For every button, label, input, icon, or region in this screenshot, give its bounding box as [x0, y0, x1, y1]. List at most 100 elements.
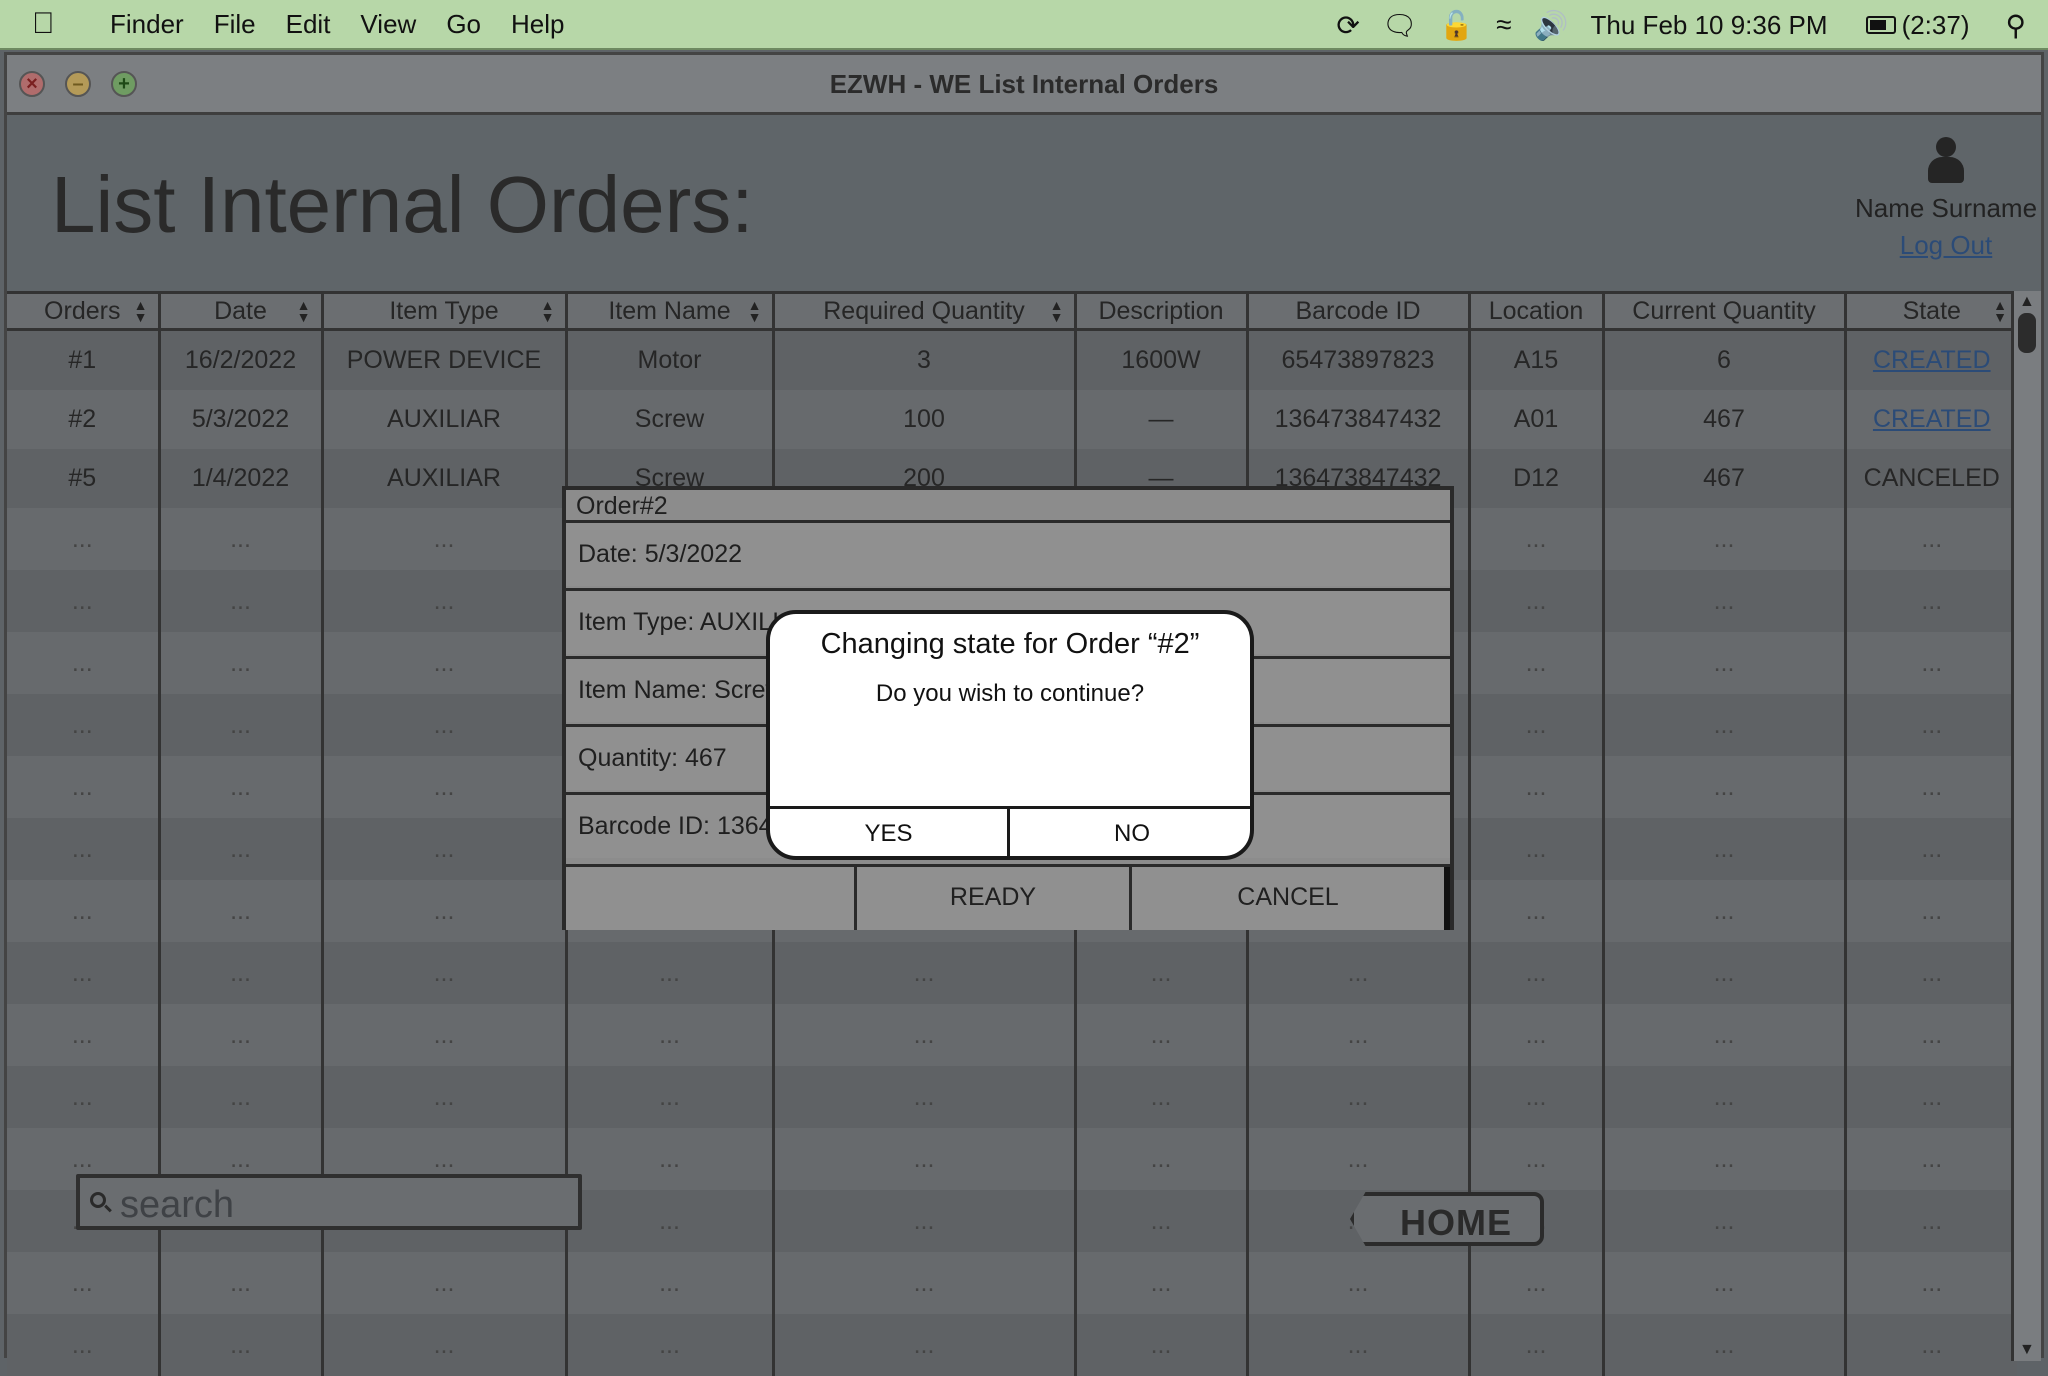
confirm-message: Do you wish to continue? — [875, 680, 1145, 707]
state-link[interactable]: CREATED — [1873, 405, 1991, 433]
empty-cell: ... — [157, 818, 322, 880]
sort-icon[interactable]: ▲ ▼ — [541, 298, 555, 324]
empty-cell: ... — [157, 1004, 322, 1066]
empty-cell: ... — [320, 942, 566, 1004]
sync-icon[interactable]: ⟳ — [1336, 9, 1359, 42]
cell-state: CREATED — [1843, 329, 2017, 390]
scroll-thumb[interactable] — [2018, 313, 2036, 353]
column-header-orders[interactable]: Orders ▲ ▼ — [7, 294, 159, 331]
column-header-item-type[interactable]: Item Type ▲ ▼ — [320, 294, 566, 331]
empty-cell: ... — [1843, 1066, 2017, 1128]
yes-button[interactable]: YES — [770, 809, 1010, 856]
empty-cell: ... — [157, 508, 322, 570]
search-input[interactable] — [118, 1182, 562, 1228]
empty-cell: ... — [1601, 1004, 1845, 1066]
wifi-icon[interactable]: ≈ — [1496, 9, 1511, 41]
table-row-empty: .............................. — [7, 1066, 2017, 1128]
sort-icon[interactable]: ▲ ▼ — [297, 298, 311, 324]
menu-file[interactable]: File — [214, 9, 256, 40]
column-header-item-name[interactable]: Item Name ▲ ▼ — [564, 294, 773, 331]
table-row[interactable]: #1 16/2/2022 POWER DEVICE Motor 3 1600W … — [7, 329, 2017, 390]
empty-cell: ... — [1467, 694, 1603, 756]
empty-cell: ... — [1601, 942, 1845, 1004]
empty-cell: ... — [320, 1252, 566, 1314]
table-scrollbar[interactable]: ▲ ▼ — [2011, 291, 2041, 1361]
empty-cell: ... — [157, 1314, 322, 1376]
ready-button[interactable]: READY — [854, 867, 1132, 930]
cell-location: D12 — [1467, 449, 1603, 508]
cell-description: — — [1073, 390, 1247, 449]
scroll-down-icon[interactable]: ▼ — [2019, 1341, 2035, 1359]
empty-cell: ... — [320, 632, 566, 694]
sort-icon[interactable]: ▲ ▼ — [1050, 298, 1064, 324]
search-icon — [90, 1192, 106, 1208]
empty-cell: ... — [157, 1252, 322, 1314]
empty-cell: ... — [7, 1066, 159, 1128]
empty-cell: ... — [1245, 1252, 1469, 1314]
sort-icon[interactable]: ▲ ▼ — [1993, 298, 2007, 324]
window-title: EZWH - WE List Internal Orders — [829, 69, 1219, 99]
column-header-required-quantity[interactable]: Required Quantity ▲ ▼ — [771, 294, 1075, 331]
confirm-buttons: YES NO — [770, 806, 1250, 856]
menu-edit[interactable]: Edit — [286, 9, 331, 40]
apple-icon[interactable]:  — [32, 7, 80, 41]
menu-help[interactable]: Help — [511, 9, 564, 40]
confirm-title: Changing state for Order “#2” — [820, 628, 1200, 660]
empty-cell: ... — [1073, 1066, 1247, 1128]
cancel-button[interactable]: CANCEL — [1132, 867, 1450, 930]
empty-cell: ... — [1601, 880, 1845, 942]
clock[interactable]: Thu Feb 10 9:36 PM — [1591, 10, 1828, 41]
table-row[interactable]: #2 5/3/2022 AUXILIAR Screw 100 — 1364738… — [7, 390, 2017, 449]
empty-cell: ... — [1467, 632, 1603, 694]
cell-barcode: 65473897823 — [1245, 329, 1469, 390]
column-header-state[interactable]: State ▲ ▼ — [1843, 294, 2017, 331]
status-area: ⟳ 🗨 🔓 ≈ 🔊 Thu Feb 10 9:36 PM (2:37) ⚲ — [1336, 0, 2048, 50]
cell-required-quantity: 100 — [771, 390, 1075, 449]
empty-cell: ... — [1245, 1066, 1469, 1128]
menu-view[interactable]: View — [360, 9, 416, 40]
menu-finder[interactable]: Finder — [110, 9, 184, 40]
cell-state: CANCELED — [1843, 449, 2017, 508]
battery-status[interactable]: (2:37) — [1865, 10, 1969, 41]
confirm-dialog: Changing state for Order “#2” Do you wis… — [766, 610, 1254, 860]
column-header-current-quantity: Current Quantity — [1601, 294, 1845, 331]
empty-cell: ... — [7, 1004, 159, 1066]
empty-cell: ... — [1843, 694, 2017, 756]
cell-order: #2 — [7, 390, 159, 449]
column-header-description: Description — [1073, 294, 1247, 331]
empty-cell: ... — [1843, 632, 2017, 694]
empty-cell: ... — [1843, 1004, 2017, 1066]
table-row-empty: .............................. — [7, 1252, 2017, 1314]
empty-cell: ... — [1245, 1314, 1469, 1376]
state-link[interactable]: CREATED — [1873, 346, 1991, 374]
empty-cell: ... — [1245, 1128, 1469, 1190]
page-title: List Internal Orders: — [51, 160, 754, 249]
empty-cell: ... — [564, 1128, 773, 1190]
spotlight-search-icon[interactable]: ⚲ — [2005, 9, 2026, 42]
home-button[interactable]: HOME — [1350, 1192, 1544, 1246]
menu-go[interactable]: Go — [446, 9, 481, 40]
empty-cell: ... — [1467, 1066, 1603, 1128]
scroll-up-icon[interactable]: ▲ — [2019, 293, 2035, 311]
table-row-empty: .............................. — [7, 1314, 2017, 1376]
empty-cell: ... — [320, 1314, 566, 1376]
no-button[interactable]: NO — [1010, 809, 1250, 856]
empty-cell: ... — [1467, 1128, 1603, 1190]
empty-cell: ... — [1843, 1190, 2017, 1252]
empty-cell: ... — [7, 1314, 159, 1376]
empty-cell: ... — [564, 1066, 773, 1128]
empty-cell: ... — [7, 508, 159, 570]
empty-cell: ... — [7, 694, 159, 756]
empty-cell: ... — [1073, 1252, 1247, 1314]
search-box[interactable] — [76, 1174, 582, 1230]
volume-icon[interactable]: 🔊 — [1534, 9, 1569, 42]
empty-cell: ... — [7, 1252, 159, 1314]
sort-icon[interactable]: ▲ ▼ — [134, 298, 148, 324]
empty-cell: ... — [1601, 632, 1845, 694]
logout-link[interactable]: Log Out — [1851, 230, 2041, 261]
chat-icon[interactable]: 🗨 — [1382, 9, 1418, 42]
column-header-date[interactable]: Date ▲ ▼ — [157, 294, 322, 331]
sort-icon[interactable]: ▲ ▼ — [748, 298, 762, 324]
lock-icon[interactable]: 🔓 — [1439, 9, 1474, 42]
empty-cell: ... — [771, 1066, 1075, 1128]
